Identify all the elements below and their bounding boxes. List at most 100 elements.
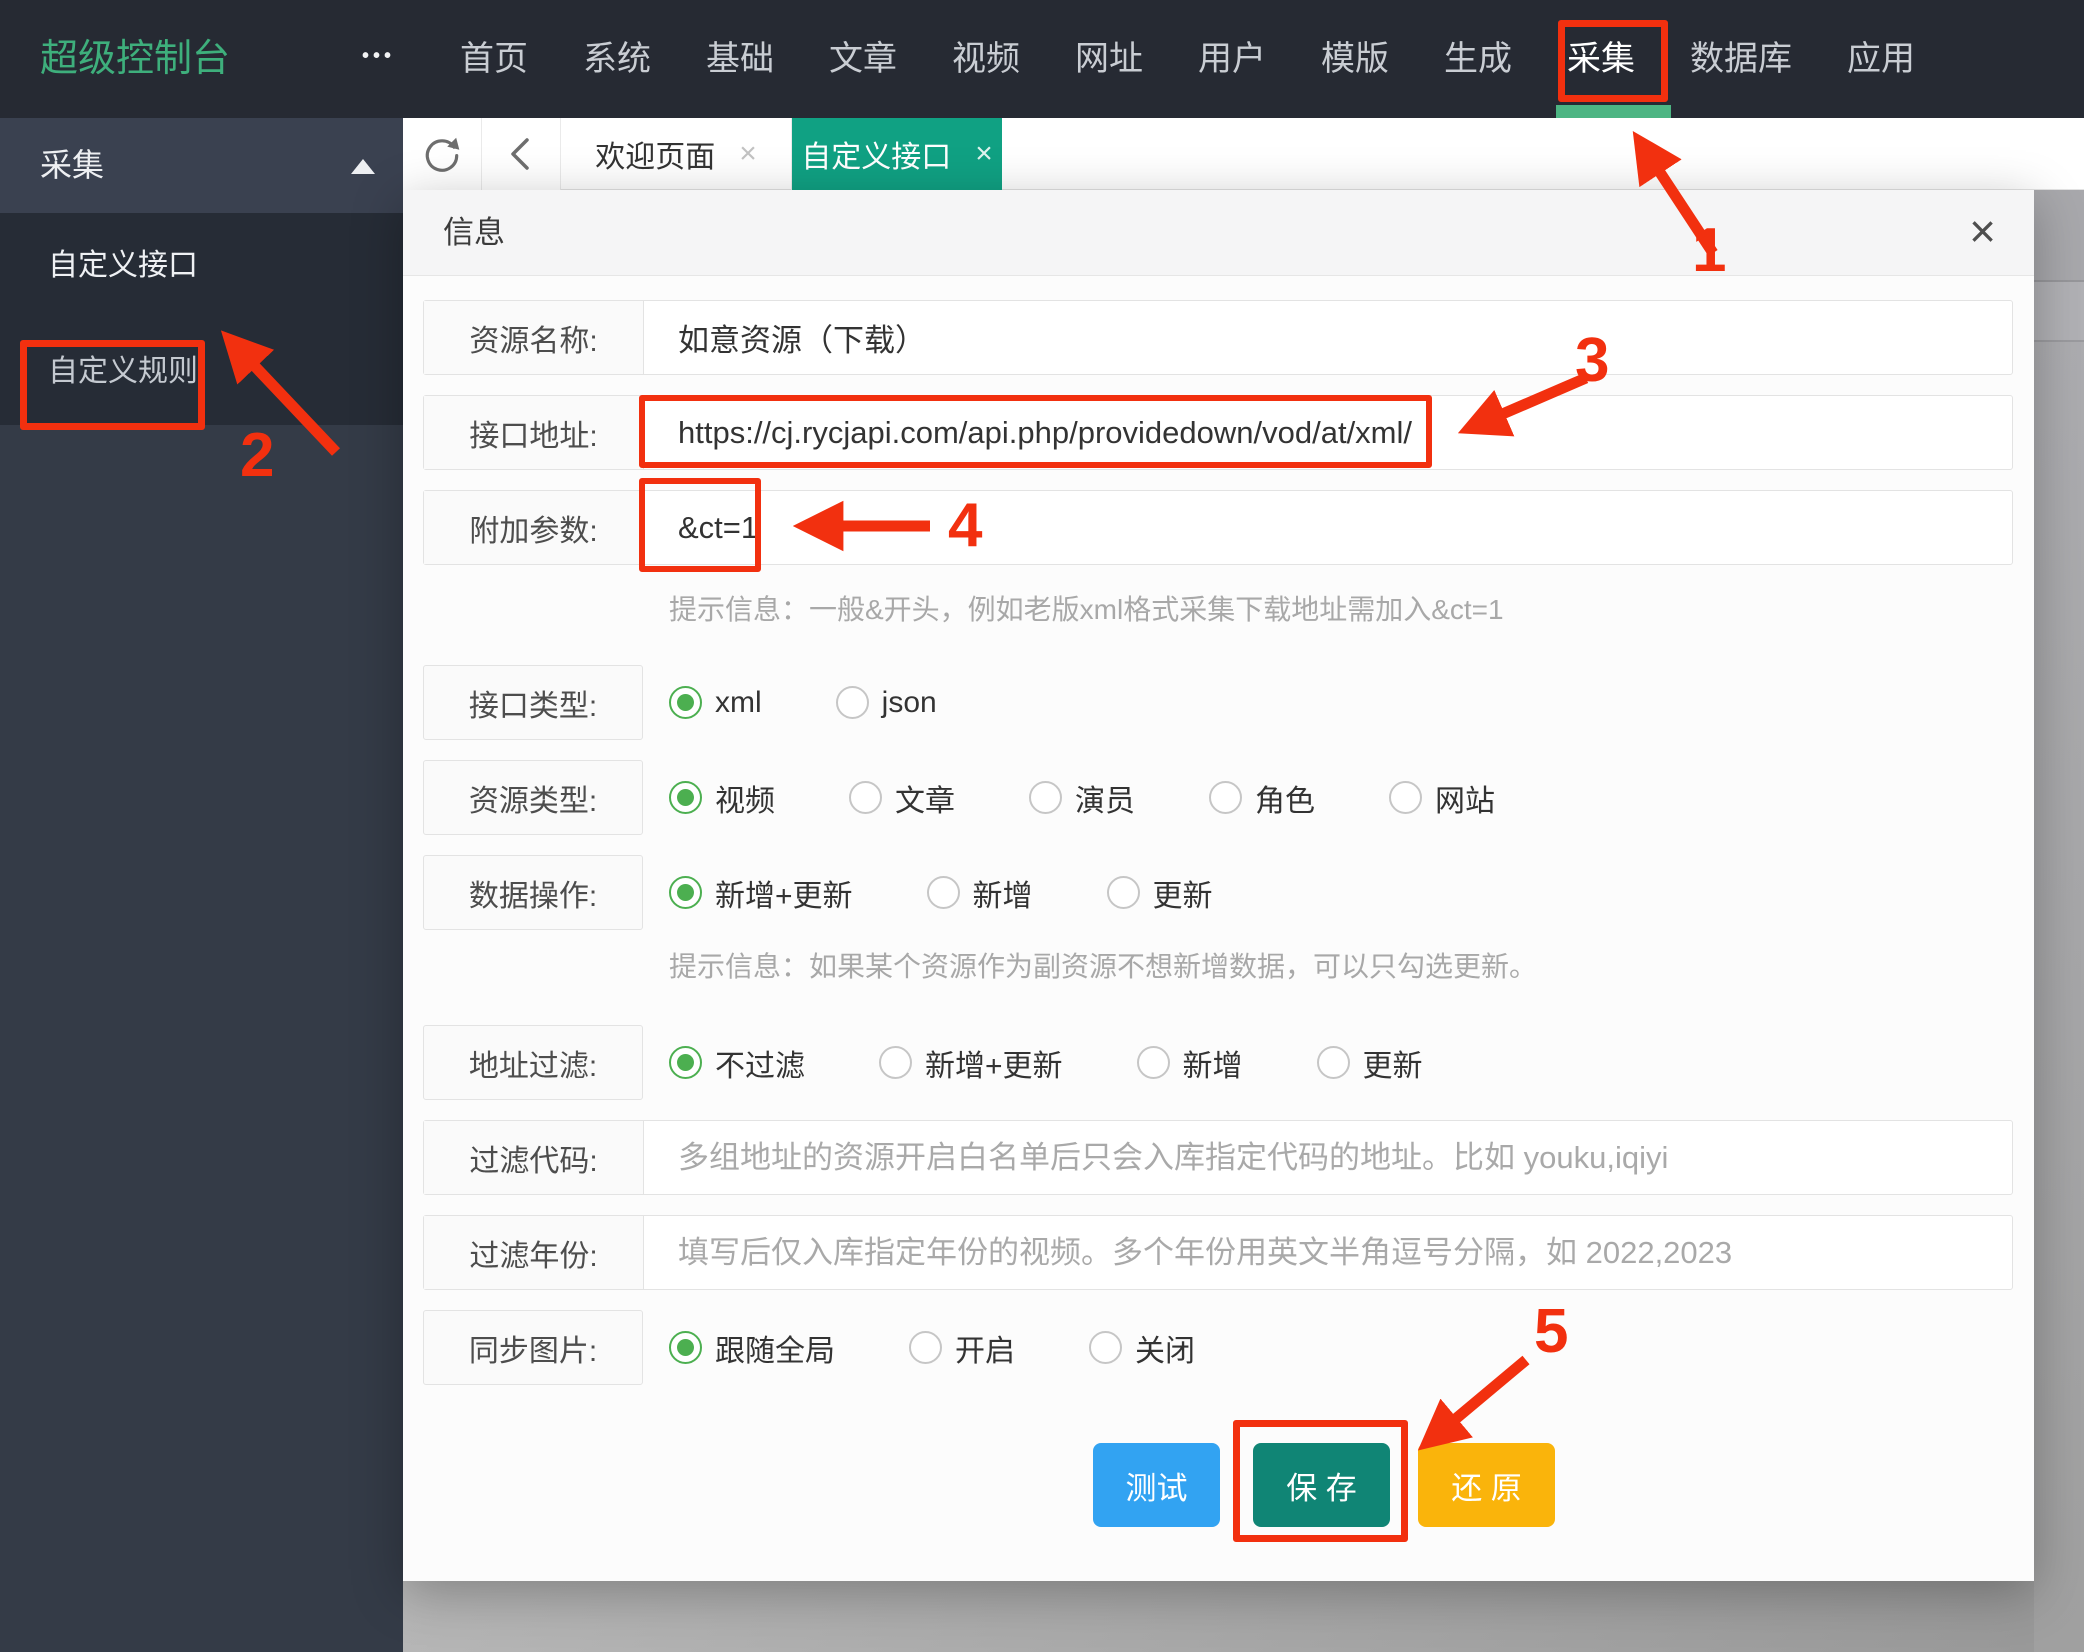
data-operation-hint: 提示信息：如果某个资源作为副资源不想新增数据，可以只勾选更新。 bbox=[669, 945, 1537, 985]
nav-item-app[interactable]: 应用 bbox=[1847, 0, 1915, 118]
url-filter-label: 地址过滤: bbox=[423, 1025, 643, 1100]
api-type-label: 接口类型: bbox=[423, 665, 643, 740]
url-filter-options: 不过滤 新增+更新 新增 更新 bbox=[669, 1041, 1423, 1085]
radio-label: 新增+更新 bbox=[925, 1041, 1063, 1085]
api-url-input[interactable] bbox=[644, 396, 2012, 469]
radio-resource-type-role[interactable]: 角色 bbox=[1209, 776, 1315, 820]
filter-year-input[interactable] bbox=[644, 1216, 2012, 1289]
save-button[interactable]: 保 存 bbox=[1253, 1443, 1390, 1527]
radio-api-type-xml[interactable]: xml bbox=[669, 686, 762, 720]
radio-label: xml bbox=[715, 686, 762, 720]
radio-label: 新增 bbox=[973, 871, 1033, 915]
extra-params-label: 附加参数: bbox=[424, 491, 644, 564]
filter-code-input[interactable] bbox=[644, 1121, 2012, 1194]
radio-label: 不过滤 bbox=[715, 1041, 805, 1085]
nav-item-home[interactable]: 首页 bbox=[460, 0, 528, 118]
refresh-icon bbox=[421, 133, 463, 175]
radio-icon bbox=[1107, 876, 1140, 909]
back-button[interactable] bbox=[482, 118, 561, 190]
radio-sync-off[interactable]: 关闭 bbox=[1089, 1326, 1195, 1370]
nav-item-template[interactable]: 模版 bbox=[1321, 0, 1389, 118]
row-filter-code: 过滤代码: bbox=[423, 1120, 2013, 1195]
resource-name-input[interactable] bbox=[644, 301, 2012, 374]
radio-icon bbox=[1317, 1046, 1350, 1079]
radio-data-op-add-update[interactable]: 新增+更新 bbox=[669, 871, 853, 915]
row-filter-year: 过滤年份: bbox=[423, 1215, 2013, 1290]
nav-item-database[interactable]: 数据库 bbox=[1690, 0, 1792, 118]
radio-icon bbox=[909, 1331, 942, 1364]
radio-resource-type-website[interactable]: 网站 bbox=[1389, 776, 1495, 820]
nav-item-user[interactable]: 用户 bbox=[1198, 0, 1266, 118]
sidebar-item-custom-rule[interactable]: 自定义规则 bbox=[0, 319, 403, 425]
radio-url-filter-update[interactable]: 更新 bbox=[1317, 1041, 1423, 1085]
dimmed-page-edge bbox=[2034, 190, 2084, 1652]
radio-label: 视频 bbox=[715, 776, 775, 820]
radio-url-filter-none[interactable]: 不过滤 bbox=[669, 1041, 805, 1085]
top-navbar: 超级控制台 ••• 首页 系统 基础 文章 视频 网址 用户 模版 生成 采集 … bbox=[0, 0, 2084, 118]
nav-item-collect[interactable]: 采集 bbox=[1567, 0, 1635, 118]
app-title: 超级控制台 bbox=[40, 0, 230, 118]
radio-api-type-json[interactable]: json bbox=[836, 686, 937, 720]
radio-icon bbox=[849, 781, 882, 814]
tab-close-icon[interactable]: × bbox=[739, 137, 757, 171]
extra-params-hint: 提示信息：一般&开头，例如老版xml格式采集下载地址需加入&ct=1 bbox=[669, 588, 1504, 628]
radio-label: 跟随全局 bbox=[715, 1326, 835, 1370]
api-url-label: 接口地址: bbox=[424, 396, 644, 469]
radio-label: 新增 bbox=[1183, 1041, 1243, 1085]
resource-type-label: 资源类型: bbox=[423, 760, 643, 835]
restore-button[interactable]: 还 原 bbox=[1418, 1443, 1555, 1527]
sidebar: 采集 自定义接口 自定义规则 bbox=[0, 118, 403, 1652]
nav-item-basic[interactable]: 基础 bbox=[706, 0, 774, 118]
data-operation-label: 数据操作: bbox=[423, 855, 643, 930]
radio-url-filter-add[interactable]: 新增 bbox=[1137, 1041, 1243, 1085]
radio-icon bbox=[1137, 1046, 1170, 1079]
sidebar-group-collect[interactable]: 采集 bbox=[0, 118, 403, 213]
row-extra-params: 附加参数: bbox=[423, 490, 2013, 565]
extra-params-input[interactable] bbox=[644, 491, 2012, 564]
filter-year-label: 过滤年份: bbox=[424, 1216, 644, 1289]
radio-label: 新增+更新 bbox=[715, 871, 853, 915]
data-operation-options: 新增+更新 新增 更新 bbox=[669, 871, 1213, 915]
radio-resource-type-video[interactable]: 视频 bbox=[669, 776, 775, 820]
tab-custom-api[interactable]: 自定义接口 × bbox=[792, 118, 1002, 190]
sidebar-item-custom-api[interactable]: 自定义接口 bbox=[0, 213, 403, 319]
row-api-type: 接口类型: xml json bbox=[423, 665, 2013, 740]
nav-item-article[interactable]: 文章 bbox=[829, 0, 897, 118]
radio-data-op-update[interactable]: 更新 bbox=[1107, 871, 1213, 915]
sync-image-options: 跟随全局 开启 关闭 bbox=[669, 1326, 1195, 1370]
dialog-close-icon[interactable]: × bbox=[1961, 190, 2004, 276]
radio-sync-global[interactable]: 跟随全局 bbox=[669, 1326, 835, 1370]
page: 超级控制台 ••• 首页 系统 基础 文章 视频 网址 用户 模版 生成 采集 … bbox=[0, 0, 2084, 1652]
nav-item-url[interactable]: 网址 bbox=[1075, 0, 1143, 118]
dimmed-page-background bbox=[403, 1581, 2084, 1652]
radio-resource-type-article[interactable]: 文章 bbox=[849, 776, 955, 820]
row-url-filter: 地址过滤: 不过滤 新增+更新 新增 更新 bbox=[423, 1025, 2013, 1100]
nav-item-generate[interactable]: 生成 bbox=[1444, 0, 1512, 118]
row-data-operation: 数据操作: 新增+更新 新增 更新 bbox=[423, 855, 2013, 930]
tab-close-icon[interactable]: × bbox=[975, 137, 993, 171]
radio-icon bbox=[669, 1046, 702, 1079]
row-api-url: 接口地址: bbox=[423, 395, 2013, 470]
row-resource-name: 资源名称: bbox=[423, 300, 2013, 375]
radio-label: 关闭 bbox=[1135, 1326, 1195, 1370]
chevron-left-icon bbox=[503, 133, 539, 175]
radio-label: 演员 bbox=[1075, 776, 1135, 820]
radio-icon bbox=[1389, 781, 1422, 814]
test-button[interactable]: 测试 bbox=[1093, 1443, 1220, 1527]
sidebar-group-label: 采集 bbox=[40, 118, 104, 213]
resource-name-label: 资源名称: bbox=[424, 301, 644, 374]
refresh-button[interactable] bbox=[403, 118, 482, 190]
radio-url-filter-add-update[interactable]: 新增+更新 bbox=[879, 1041, 1063, 1085]
tab-welcome-page[interactable]: 欢迎页面 × bbox=[561, 118, 792, 190]
dialog-header: 信息 × bbox=[403, 190, 2034, 276]
radio-data-op-add[interactable]: 新增 bbox=[927, 871, 1033, 915]
radio-label: 更新 bbox=[1153, 871, 1213, 915]
resource-type-options: 视频 文章 演员 角色 网站 bbox=[669, 776, 1495, 820]
nav-item-video[interactable]: 视频 bbox=[952, 0, 1020, 118]
info-dialog: 信息 × 资源名称: 接口地址: 附加参数: 提示信息：一般&开头，例如老版xm… bbox=[403, 190, 2034, 1581]
collapse-caret-icon bbox=[351, 159, 375, 174]
nav-more-icon[interactable]: ••• bbox=[362, 0, 395, 118]
radio-resource-type-actor[interactable]: 演员 bbox=[1029, 776, 1135, 820]
nav-item-system[interactable]: 系统 bbox=[583, 0, 651, 118]
radio-sync-on[interactable]: 开启 bbox=[909, 1326, 1015, 1370]
